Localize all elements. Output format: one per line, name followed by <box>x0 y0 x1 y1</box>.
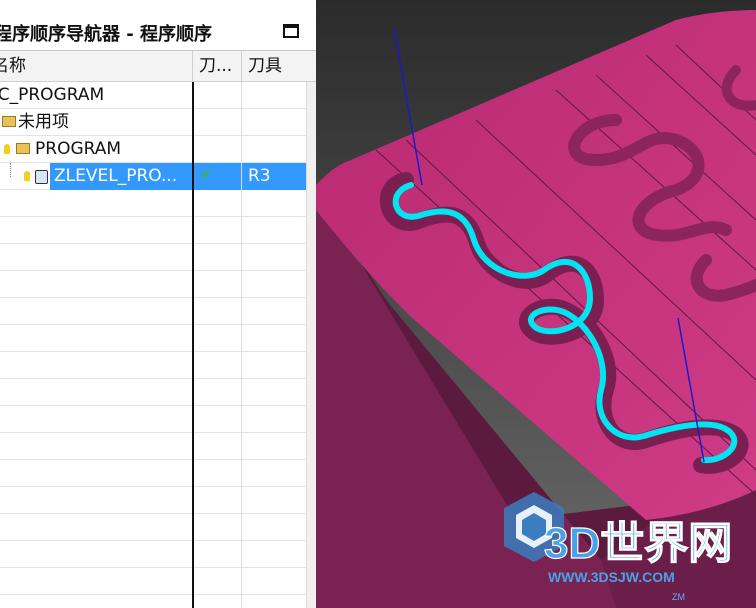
table-row <box>0 514 306 541</box>
axis-label: ZM <box>672 592 685 602</box>
header-divider[interactable] <box>192 51 193 81</box>
navigator-title-bar: 程序顺序导航器 - 程序顺序 <box>0 0 316 51</box>
watermark-url: WWW.3DSJW.COM <box>548 569 675 585</box>
table-row <box>0 352 306 379</box>
table-row <box>0 271 306 298</box>
column-header-tool[interactable]: 刀具 <box>248 51 282 81</box>
table-row <box>0 568 306 595</box>
tree-row-program[interactable]: PROGRAM <box>0 136 306 163</box>
maximize-icon[interactable] <box>283 24 299 38</box>
column-header-row: 名称 刀... 刀具 <box>0 51 316 82</box>
folder-icon <box>16 143 30 154</box>
operation-tree: NC_PROGRAM 未用项 PROGRAM ZLEVEL_PRO... ✔ R… <box>0 82 306 595</box>
table-row <box>0 298 306 325</box>
tree-row-nc-program[interactable]: NC_PROGRAM <box>0 82 306 109</box>
vertical-scrollbar[interactable] <box>306 82 316 608</box>
table-row <box>0 325 306 352</box>
tree-row-label: PROGRAM <box>35 139 122 159</box>
status-bulb-icon <box>24 171 30 181</box>
tree-row-unused-items[interactable]: 未用项 <box>0 109 306 136</box>
tree-connector <box>10 163 11 177</box>
table-row <box>0 541 306 568</box>
folder-icon <box>2 116 16 127</box>
navigator-title: 程序顺序导航器 - 程序顺序 <box>0 24 213 45</box>
table-row <box>0 460 306 487</box>
tree-row-label: NC_PROGRAM <box>0 85 105 105</box>
graphics-viewport[interactable]: 3D世界网 WWW.3DSJW.COM ZM <box>316 0 756 608</box>
table-row <box>0 406 306 433</box>
tree-row-label: ZLEVEL_PRO... <box>54 166 178 186</box>
tree-row-zlevel-profile[interactable]: ZLEVEL_PRO... ✔ R3 <box>0 163 306 190</box>
tree-row-label: 未用项 <box>18 112 69 132</box>
watermark-text: 3D世界网 <box>544 519 732 568</box>
column-header-name[interactable]: 名称 <box>0 51 26 81</box>
part-model-svg[interactable]: 3D世界网 WWW.3DSJW.COM ZM <box>316 0 756 608</box>
status-bulb-icon <box>4 144 10 154</box>
column-header-tool-change[interactable]: 刀... <box>199 51 232 81</box>
column-divider <box>241 82 242 608</box>
table-row <box>0 433 306 460</box>
table-row <box>0 244 306 271</box>
table-row <box>0 379 306 406</box>
operation-navigator-panel: 程序顺序导航器 - 程序顺序 名称 刀... 刀具 NC_PROGRAM 未用项… <box>0 0 316 608</box>
table-row <box>0 217 306 244</box>
operation-icon <box>35 170 48 184</box>
column-divider <box>192 82 194 608</box>
table-row <box>0 190 306 217</box>
header-divider[interactable] <box>241 51 242 81</box>
tool-name: R3 <box>248 166 271 186</box>
tool-change-check-icon: ✔ <box>200 167 212 183</box>
table-row <box>0 487 306 514</box>
